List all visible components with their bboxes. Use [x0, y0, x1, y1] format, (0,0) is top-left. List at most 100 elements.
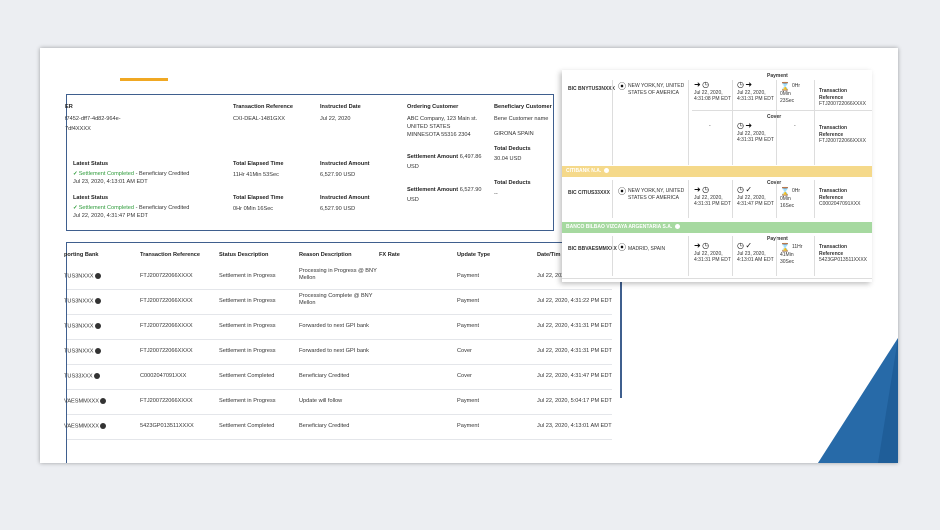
clock-icon: ◷ [702, 80, 710, 89]
reason-line1: Forwarded to next GPI bank [299, 348, 369, 354]
b1-dash-1: - [709, 123, 711, 129]
table-row[interactable]: TUS3NXXX FTJ200722066XXXX Settlement in Pr… [64, 265, 612, 290]
deducts-label: Total Deducts [494, 146, 531, 152]
b1-ref-label: Transaction Reference [819, 88, 848, 101]
hourglass-icon: ⌛ [780, 243, 790, 252]
table-row[interactable]: TUS3NXXX FTJ200722066XXXX Settlement in Pr… [64, 315, 612, 340]
cell-datetime-text: Jul 23, 2020, 4:13:01 AM EDT [537, 423, 612, 429]
arrow-right-icon: ➜ [745, 80, 753, 89]
cell-status-text: Settlement in Progress [219, 323, 276, 329]
cell-reason: Processing in Progress @ BNY Mellon [299, 268, 377, 282]
cell-status: Settlement Completed [219, 373, 274, 380]
b1-cover-step: ◷ ➜ Jul 22, 2020, 4:31:31 PM EDT [737, 122, 774, 144]
col-header-datetime[interactable]: Date/Tim [537, 252, 561, 258]
status-suffix: - Beneficiary Credited [134, 205, 190, 211]
globe-icon[interactable] [100, 398, 107, 404]
col-header-reason[interactable]: Reason Description [299, 252, 352, 258]
cell-datetime-text: Jul 22, 2020, 4:31:31 PM EDT [537, 348, 612, 354]
elapsed-label: Total Elapsed Time [233, 195, 284, 201]
table-row[interactable]: VAESMMXXX 5423GP013511XXXX Settlement Comp… [64, 415, 612, 440]
table-row[interactable]: TUS3NXXX FTJ200722066XXXX Settlement in Pr… [64, 290, 612, 315]
col-header-txn-ref[interactable]: Transaction Reference [140, 252, 200, 258]
divider [814, 236, 815, 276]
beneficiary-customer-column: Beneficiary Customer Bene Customer name … [494, 103, 552, 138]
col-header-fx-rate[interactable]: FX Rate [379, 252, 400, 258]
location-pin-icon: ⦿ [618, 243, 626, 252]
bank-band-citibank[interactable]: CITIBANK N.A. [562, 166, 872, 177]
globe-icon[interactable] [94, 323, 101, 329]
b2-ref: Transaction Reference C0002047091XXX [819, 188, 872, 208]
cell-status: Settlement in Progress [219, 398, 276, 405]
col-header-status[interactable]: Status Description [219, 252, 268, 258]
cell-update-type-text: Payment [457, 273, 480, 279]
col-header-update-type[interactable]: Update Type [457, 252, 490, 258]
cell-bank: VAESMMXXX [64, 398, 107, 405]
instructed-date-column: Instructed Date Jul 22, 2020 [320, 103, 361, 123]
ordering-line1: ABC Company, 123 Main st. [407, 116, 478, 122]
globe-icon[interactable] [94, 348, 101, 354]
cell-bank-text: TUS33XXX [64, 373, 93, 380]
cell-reason: Beneficiary Credited [299, 423, 349, 430]
table-row[interactable]: VAESMMXXX FTJ200722066XXXX Settlement in P… [64, 390, 612, 415]
divider [776, 80, 777, 165]
cell-status: Settlement in Progress [219, 348, 276, 355]
reason-line1: Update will follow [299, 398, 343, 404]
active-tab-indicator [120, 78, 168, 81]
table-row[interactable]: TUS3NXXX FTJ200722066XXXX Settlement in Pr… [64, 340, 612, 365]
cell-reason: Processing Complete @ BNY Mellon [299, 293, 372, 307]
cell-reason: Forwarded to next GPI bank [299, 348, 369, 355]
table-row[interactable]: TUS33XXX C0002047091XXX Settlement Complet… [64, 365, 612, 390]
cell-bank: VAESMMXXX [64, 423, 107, 430]
cell-update-type: Cover [457, 373, 472, 380]
clock-icon: ◷ [737, 121, 744, 130]
reason-line1: Beneficiary Credited [299, 423, 350, 429]
payment-summary-panel: ER f7452-dff7-4d82-964e- 7df4XXXX Transa… [65, 94, 554, 231]
divider [776, 236, 777, 276]
divider [612, 180, 613, 218]
cell-update-type-text: Payment [457, 423, 480, 429]
settlement-amount-1: Settlement Amount 6,497.86 USD [407, 153, 482, 171]
txn-ref-value: CXI-DEAL-1481GXX [233, 116, 285, 122]
deducts-value: -- [494, 191, 498, 197]
reason-line1: Beneficiary Credited [299, 373, 350, 379]
divider [732, 80, 733, 165]
instructed-amount-2: Instructed Amount 6,527.90 USD [320, 194, 370, 213]
b2-city2: STATES OF AMERICA [628, 194, 679, 201]
b2-location: ⦿ [618, 188, 626, 197]
settlement-label: Settlement Amount [407, 187, 459, 193]
deducts-value: 30.04 USD [494, 156, 522, 162]
elapsed-time-2: Total Elapsed Time 0Hr 0Min 16Sec [233, 194, 283, 213]
globe-icon[interactable] [100, 423, 107, 429]
cell-txn-ref: FTJ200722066XXXX [140, 398, 193, 405]
reason-line2: Mellon [299, 275, 316, 281]
divider [688, 180, 689, 218]
b2-ref-value: C0002047091XXX [819, 201, 861, 207]
divider [688, 236, 689, 276]
ordering-line3: MINNESOTA 55316 2304 [407, 132, 471, 138]
globe-icon[interactable] [93, 373, 100, 379]
b1-cover-ref: Transaction Reference FTJ200722066XXXX [819, 125, 872, 145]
clock-icon: ◷ [702, 241, 710, 250]
globe-icon[interactable] [94, 273, 101, 279]
cell-bank: TUS3NXXX [64, 348, 101, 355]
instructed-date-value: Jul 22, 2020 [320, 116, 351, 122]
cell-bank-text: TUS3NXXX [64, 273, 94, 280]
b3-elapsed: ⌛ 11Hr 41Min 30Sec [780, 244, 805, 265]
b3-time1: 4:31:31 PM EDT [694, 257, 731, 263]
cell-datetime: Jul 22, 2020, 4:31:31 PM EDT [537, 323, 612, 330]
bank-band-bbva[interactable]: BANCO BILBAO VIZCAYA ARGENTARIA S.A. [562, 222, 872, 233]
status-suffix: - Beneficiary Credited [134, 171, 190, 177]
hourglass-icon: ⌛ [780, 187, 790, 196]
total-deducts-1: Total Deducts 30.04 USD [494, 145, 531, 163]
col-header-bank[interactable]: porting Bank [64, 252, 99, 258]
elapsed-value: 11Hr 41Min 53Sec [233, 172, 279, 178]
cell-datetime: Jul 22, 2020, 4:31:31 PM EDT [537, 348, 612, 355]
globe-icon[interactable] [94, 298, 101, 304]
cell-txn-ref-text: FTJ200722066XXXX [140, 273, 193, 279]
ref-label: ER [65, 104, 73, 110]
cell-bank: TUS3NXXX [64, 273, 101, 280]
b1-cover-ref-value: FTJ200722066XXXX [819, 138, 866, 144]
instructed-date-label: Instructed Date [320, 104, 361, 110]
elapsed-time-1: Total Elapsed Time 11Hr 41Min 53Sec [233, 160, 283, 179]
location-pin-icon: ⦿ [618, 82, 626, 91]
